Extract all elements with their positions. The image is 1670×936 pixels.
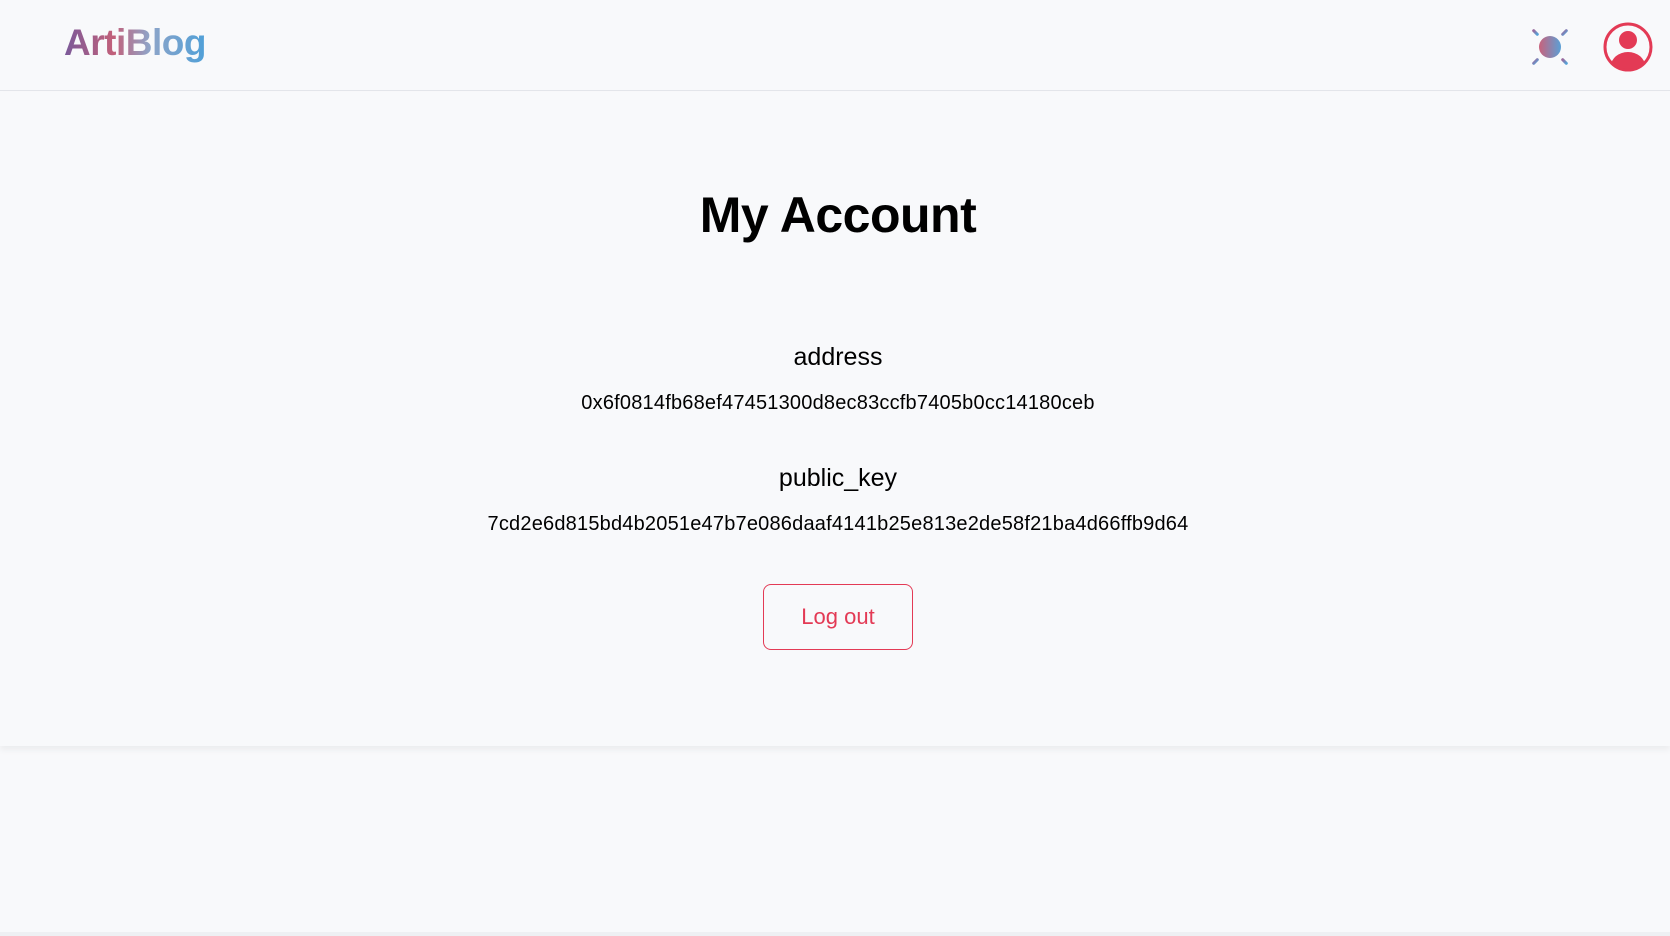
page-title: My Account	[699, 187, 977, 243]
address-label: address	[793, 343, 883, 371]
user-icon	[1603, 22, 1653, 72]
footer-strip	[0, 932, 1670, 936]
top-navbar: ArtiBlog	[0, 0, 1670, 91]
logo[interactable]: ArtiBlog	[64, 22, 206, 64]
theme-toggle-button[interactable]	[1525, 22, 1575, 72]
account-menu-button[interactable]	[1603, 22, 1653, 72]
public-key-value: 7cd2e6d815bd4b2051e47b7e086daaf4141b25e8…	[487, 513, 1189, 535]
logout-button[interactable]: Log out	[763, 584, 913, 650]
sun-icon	[1525, 22, 1575, 72]
public-key-label: public_key	[778, 464, 898, 492]
address-value: 0x6f0814fb68ef47451300d8ec83ccfb7405b0cc…	[581, 392, 1095, 414]
